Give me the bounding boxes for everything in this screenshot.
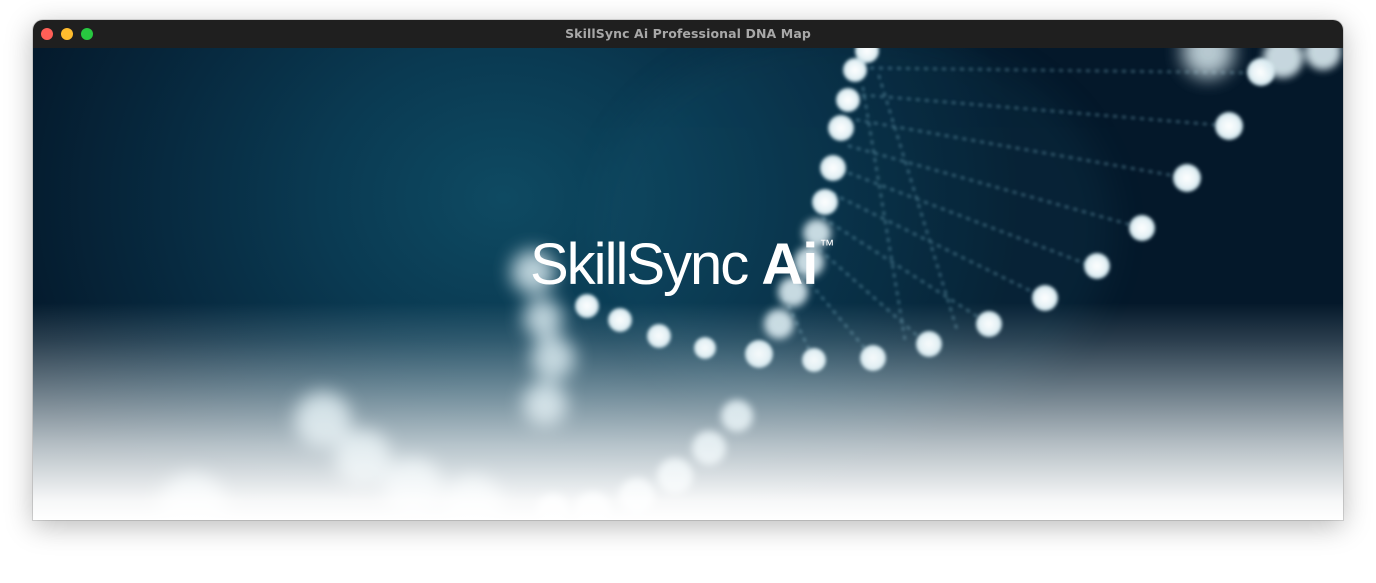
app-window: SkillSync Ai Professional DNA Map SkillS… <box>33 20 1343 520</box>
window-title: SkillSync Ai Professional DNA Map <box>565 26 811 41</box>
logo-text-bold: Ai <box>761 232 818 297</box>
skillsync-ai-logo: SkillSync Ai ™ <box>530 236 834 294</box>
hero-banner: SkillSync Ai ™ <box>33 48 1343 520</box>
title-bar[interactable]: SkillSync Ai Professional DNA Map <box>33 20 1343 49</box>
trademark-symbol: ™ <box>819 237 835 254</box>
logo-text-light: SkillSync <box>530 232 762 297</box>
